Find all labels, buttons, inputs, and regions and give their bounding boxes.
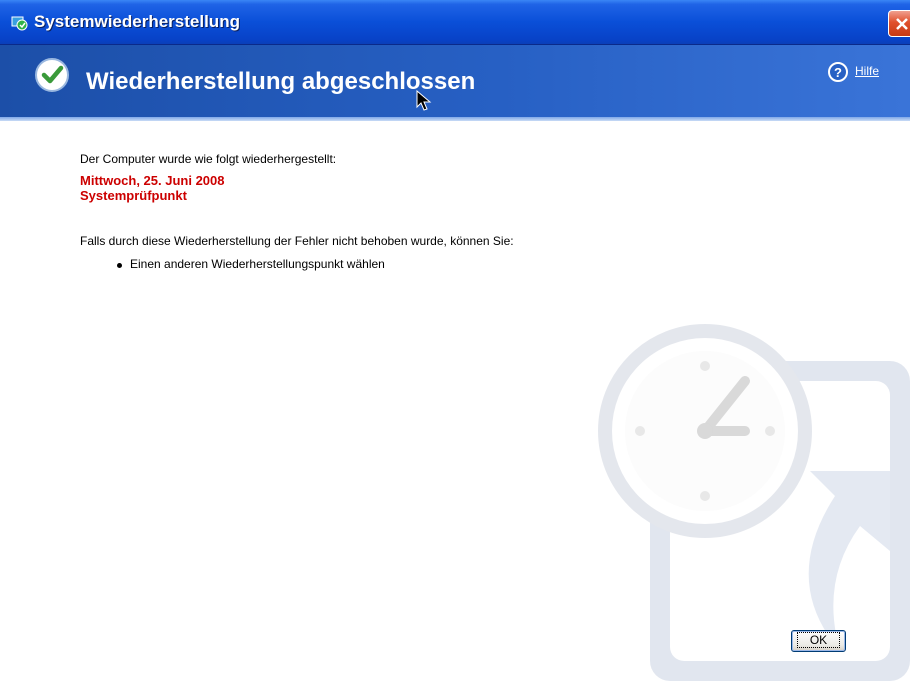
- restore-point-name: Systemprüfpunkt: [80, 188, 187, 203]
- title-bar: Systemwiederherstellung: [0, 0, 910, 45]
- close-button[interactable]: [888, 10, 910, 37]
- window-title: Systemwiederherstellung: [34, 12, 240, 31]
- clock-watermark-icon: [598, 324, 910, 681]
- close-icon: [896, 18, 908, 30]
- ok-button-label: OK: [796, 632, 841, 648]
- bullet-icon: [117, 263, 122, 268]
- system-restore-window: Systemwiederherstellung Wiederherstellun…: [0, 0, 910, 681]
- followup-text: Falls durch diese Wiederherstellung der …: [80, 234, 514, 248]
- svg-text:?: ?: [834, 65, 842, 80]
- header-banner: Wiederherstellung abgeschlossen ? Hilfe: [0, 45, 910, 117]
- system-restore-app-icon: [11, 16, 28, 31]
- checkmark-icon: [35, 58, 69, 92]
- help-link[interactable]: Hilfe: [855, 64, 879, 78]
- intro-text: Der Computer wurde wie folgt wiederherge…: [80, 152, 337, 166]
- restore-date: Mittwoch, 25. Juni 2008: [80, 173, 225, 188]
- option-choose-other-point[interactable]: Einen anderen Wiederherstellungspunkt wä…: [130, 257, 385, 271]
- ok-button[interactable]: OK: [791, 630, 846, 652]
- content-area: Der Computer wurde wie folgt wiederherge…: [0, 121, 910, 681]
- help-icon[interactable]: ?: [828, 62, 848, 82]
- mouse-cursor-icon: [416, 90, 432, 111]
